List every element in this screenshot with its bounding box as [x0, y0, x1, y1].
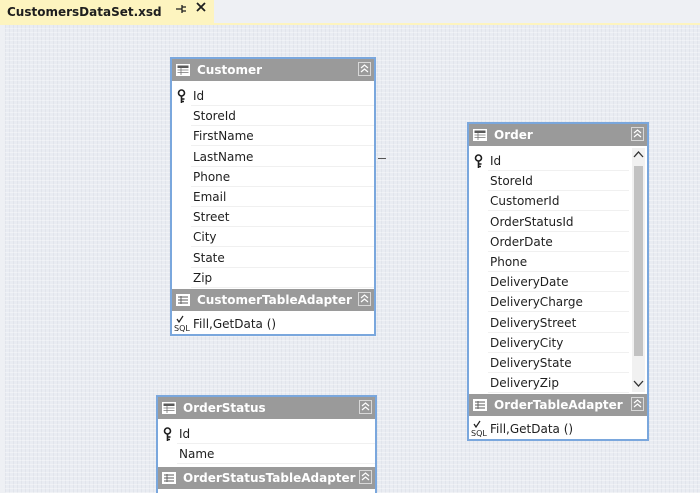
method-label: Fill,GetData (): [490, 422, 574, 436]
customer-adapter-title: CustomerTableAdapter: [197, 293, 352, 307]
field-label: Id: [179, 427, 191, 441]
order-table-header[interactable]: Order: [469, 124, 647, 146]
orderstatus-adapter-title: OrderStatusTableAdapter: [183, 471, 356, 485]
order-adapter-header[interactable]: OrderTableAdapter: [469, 394, 647, 416]
field-label: DeliveryZip: [490, 376, 559, 391]
scrollbar-thumb[interactable]: [634, 166, 643, 356]
tab-title: CustomersDataSet.xsd: [7, 4, 162, 19]
field-row[interactable]: DeliveryState: [469, 353, 629, 373]
field-row[interactable]: StoreId: [469, 171, 629, 192]
field-label: Phone: [490, 255, 528, 269]
customer-table-header[interactable]: Customer: [172, 59, 374, 81]
customer-table[interactable]: Customer Id StoreId FirstName LastName Phone…: [170, 57, 376, 336]
field-row[interactable]: Id: [172, 86, 374, 106]
field-label: Street: [193, 210, 230, 225]
field-label: LastName: [193, 149, 254, 164]
field-row[interactable]: Street: [172, 207, 374, 228]
field-label: Id: [490, 154, 502, 168]
field-label: DeliveryCity: [490, 335, 564, 350]
method-label: Fill,GetData (): [193, 317, 277, 331]
order-adapter-method[interactable]: SQL Fill,GetData (): [469, 419, 647, 439]
field-label: StoreId: [193, 109, 236, 124]
orderstatus-adapter-header[interactable]: OrderStatusTableAdapter: [158, 467, 375, 489]
field-label: OrderStatusId: [490, 214, 574, 229]
pin-icon[interactable]: [175, 3, 187, 18]
field-row[interactable]: LastName: [172, 147, 374, 167]
field-label: State: [193, 250, 225, 265]
field-label: DeliveryState: [490, 356, 572, 370]
datatable-icon: [473, 129, 487, 141]
tableadapter-icon: [176, 294, 190, 306]
sql-query-icon: SQL: [471, 420, 487, 441]
field-label: Id: [193, 89, 205, 103]
datatable-icon: [162, 402, 176, 414]
field-row[interactable]: Name: [158, 444, 375, 464]
field-row[interactable]: StoreId: [172, 106, 374, 127]
primary-key-icon: [163, 427, 172, 445]
collapse-icon[interactable]: [359, 400, 372, 414]
field-label: DeliveryStreet: [490, 315, 577, 330]
customer-adapter-header[interactable]: CustomerTableAdapter: [172, 289, 374, 311]
collapse-icon[interactable]: [358, 292, 371, 306]
primary-key-icon: [177, 89, 186, 107]
field-label: City: [193, 230, 217, 245]
field-row[interactable]: OrderDate: [469, 232, 629, 252]
field-row[interactable]: DeliveryCity: [469, 333, 629, 353]
orderstatus-table-title: OrderStatus: [183, 401, 266, 415]
field-label: OrderDate: [490, 234, 553, 249]
collapse-icon[interactable]: [631, 127, 644, 141]
field-row[interactable]: Id: [469, 151, 629, 171]
tableadapter-icon: [162, 472, 176, 484]
field-label: Email: [193, 190, 227, 204]
field-row[interactable]: City: [172, 227, 374, 248]
field-label: DeliveryDate: [490, 275, 569, 290]
row-divider: [177, 463, 375, 464]
field-label: DeliveryCharge: [490, 295, 583, 310]
orderstatus-table-header[interactable]: OrderStatus: [158, 397, 375, 419]
field-row[interactable]: OrderStatusId: [469, 212, 629, 232]
order-fields-scrollbar[interactable]: [632, 148, 645, 392]
field-row[interactable]: DeliveryZip: [469, 373, 629, 394]
scroll-down-icon[interactable]: [633, 379, 644, 391]
relation-connector[interactable]: [378, 158, 386, 159]
primary-key-icon: [474, 154, 483, 172]
field-row[interactable]: CustomerId: [469, 191, 629, 212]
tableadapter-icon: [473, 399, 487, 411]
order-table[interactable]: Order Id StoreId CustomerId OrderStatusId Or…: [467, 122, 649, 441]
sql-query-icon: SQL: [174, 315, 190, 336]
customer-adapter-method[interactable]: SQL Fill,GetData (): [172, 314, 374, 334]
field-row[interactable]: DeliveryStreet: [469, 313, 629, 333]
field-label: Zip: [193, 270, 213, 285]
field-label: Name: [179, 447, 215, 461]
document-tab[interactable]: CustomersDataSet.xsd: [0, 0, 214, 23]
field-row[interactable]: Zip: [172, 268, 374, 288]
collapse-icon[interactable]: [631, 397, 644, 411]
field-row[interactable]: DeliveryDate: [469, 272, 629, 293]
scroll-up-icon[interactable]: [633, 150, 644, 162]
field-row[interactable]: Phone: [469, 252, 629, 272]
row-divider: [191, 286, 374, 288]
order-adapter-title: OrderTableAdapter: [494, 398, 623, 412]
field-row[interactable]: DeliveryCharge: [469, 292, 629, 313]
datatable-icon: [176, 64, 190, 76]
order-table-title: Order: [494, 128, 533, 142]
field-label: Phone: [193, 169, 231, 184]
field-row[interactable]: FirstName: [172, 126, 374, 147]
field-label: CustomerId: [490, 194, 560, 209]
svg-text:SQL: SQL: [174, 324, 190, 333]
close-tab-icon[interactable]: [195, 1, 207, 17]
field-row[interactable]: Id: [158, 424, 375, 444]
orderstatus-table[interactable]: OrderStatus Id Name OrderStatusTableAdapt…: [156, 395, 377, 493]
customer-table-title: Customer: [197, 63, 263, 77]
document-tab-bar: CustomersDataSet.xsd: [0, 0, 700, 25]
collapse-icon[interactable]: [359, 470, 372, 484]
collapse-icon[interactable]: [358, 62, 371, 76]
field-row[interactable]: State: [172, 248, 374, 268]
field-label: StoreId: [490, 174, 533, 189]
field-row[interactable]: Phone: [172, 167, 374, 187]
field-label: FirstName: [193, 129, 254, 144]
svg-text:SQL: SQL: [471, 429, 487, 438]
field-row[interactable]: Email: [172, 187, 374, 207]
